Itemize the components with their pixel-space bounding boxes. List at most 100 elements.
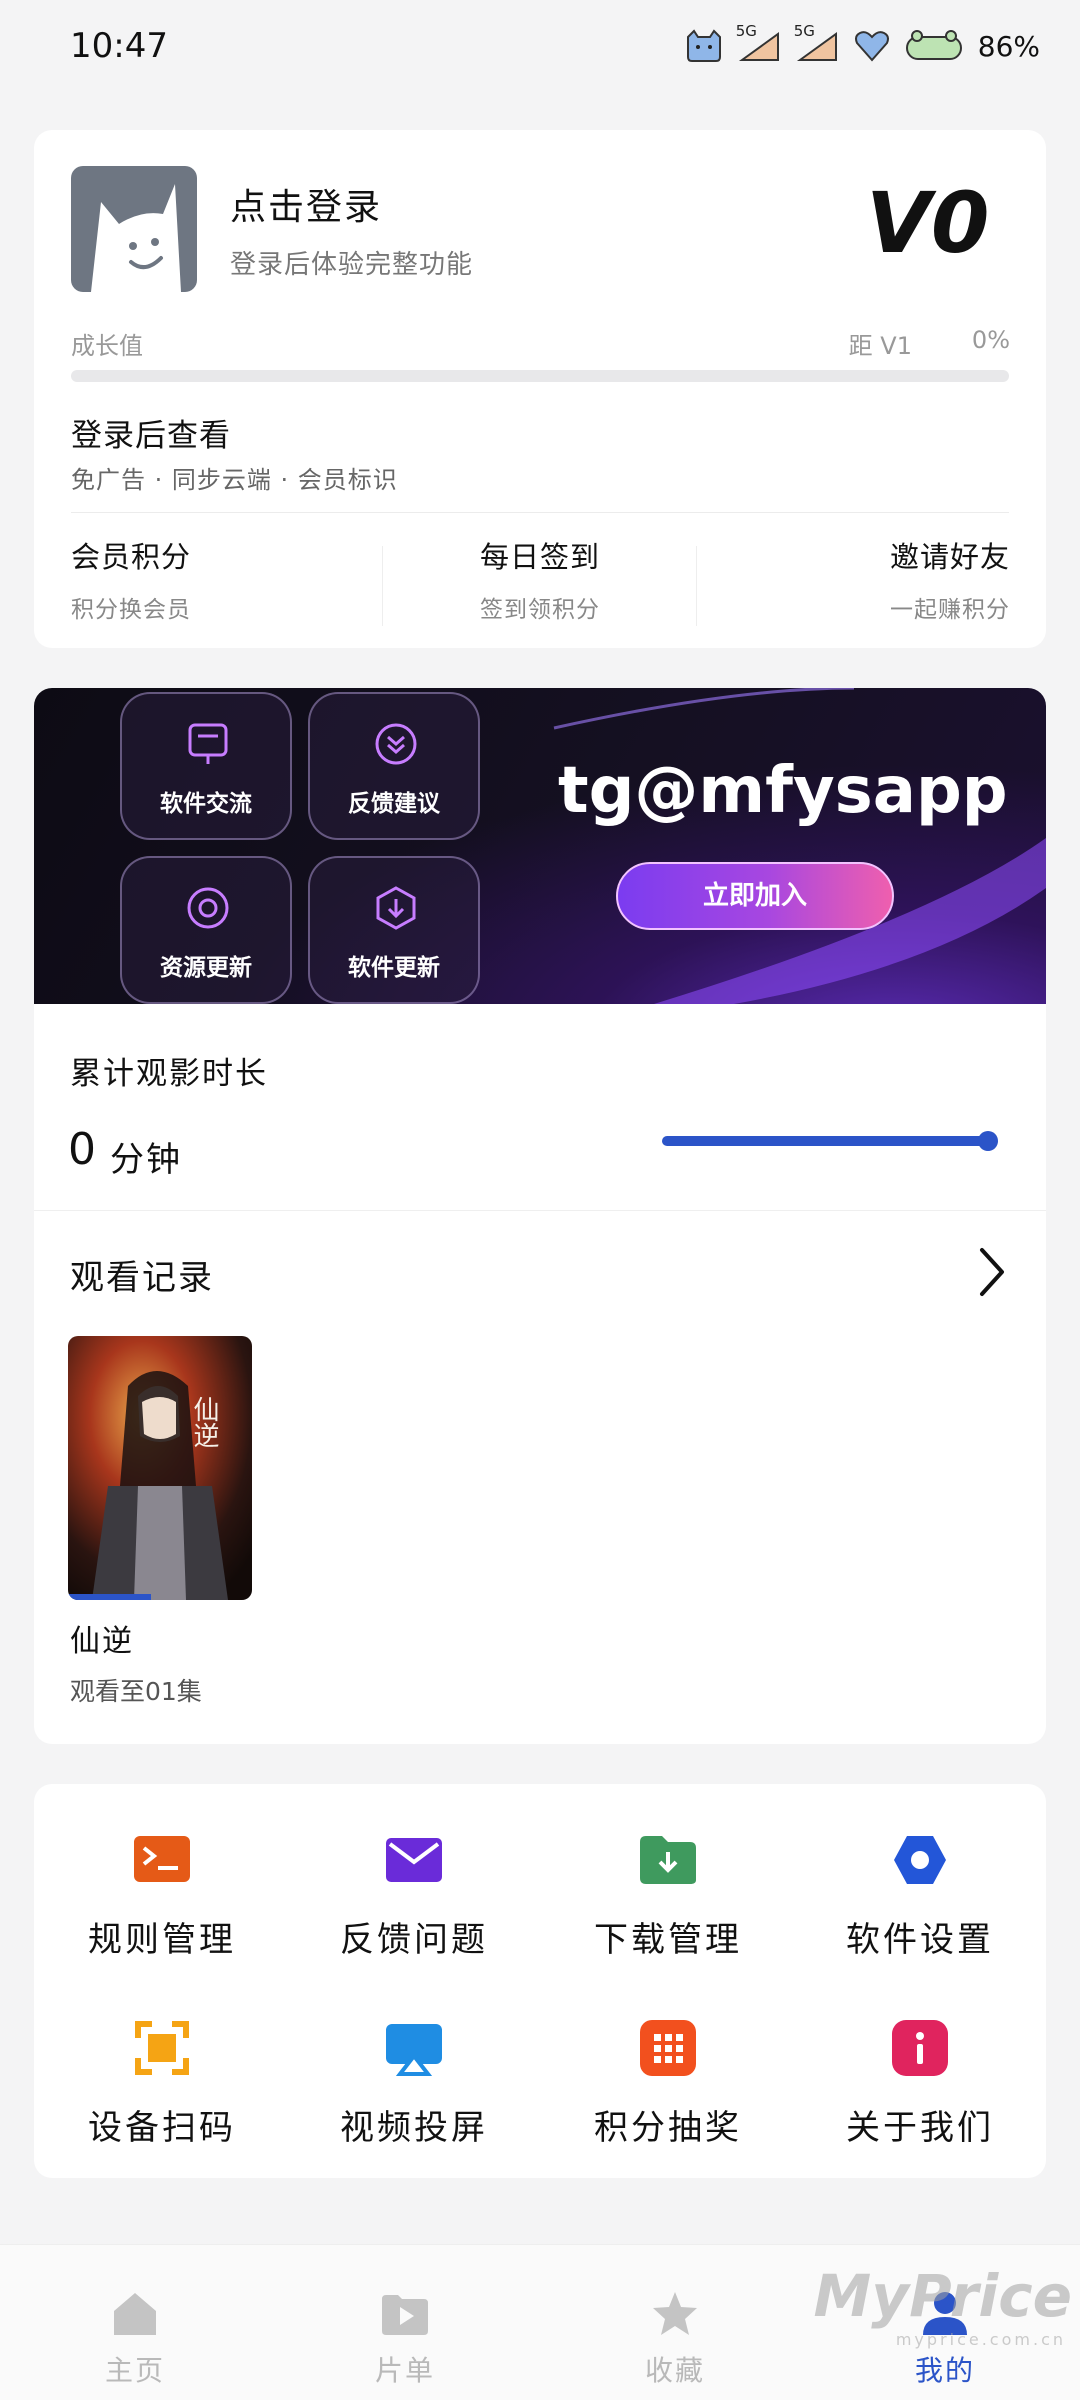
shield-download-icon	[376, 886, 416, 930]
vip-level-badge: V0	[866, 182, 989, 262]
mail-icon	[386, 1838, 442, 1882]
rule-management-label: 规则管理	[88, 1920, 236, 1960]
target-icon	[187, 887, 229, 929]
software-chat-label: 软件交流	[160, 791, 252, 817]
history-poster[interactable]: 仙逆	[68, 1336, 252, 1600]
growth-progress-bar	[71, 370, 1009, 382]
telegram-handle: tg@mfysapp	[558, 754, 1008, 828]
nav-home-label: 主页	[104, 2354, 165, 2387]
login-card: 点击登录 登录后体验完整功能 V0 成长值 距 V1 0% 登录后查看 免广告 …	[34, 130, 1046, 648]
chevron-right-icon[interactable]	[972, 1242, 1012, 1302]
wifi-heart-icon	[854, 31, 889, 62]
nav-home[interactable]: 主页	[0, 2245, 270, 2400]
status-bar: 10:47 5G 5G 86%	[0, 0, 1080, 96]
daily-checkin-label: 每日签到	[479, 540, 600, 574]
watermark-brand: MyPrice	[813, 2262, 1072, 2330]
video-cast-label: 视频投屏	[340, 2108, 488, 2148]
watch-time-title: 累计观影时长	[70, 1056, 268, 1092]
info-icon	[892, 2020, 948, 2076]
watermark-url: myprice.com.cn	[895, 2330, 1066, 2349]
software-update-label: 软件更新	[348, 955, 440, 981]
device-scan-label: 设备扫码	[88, 2108, 236, 2148]
daily-checkin-sub: 签到领积分	[480, 597, 600, 623]
folder-download-icon	[640, 1836, 696, 1884]
member-points-button[interactable]: 会员积分 积分换会员	[71, 530, 191, 630]
nav-mine-label: 我的	[914, 2354, 975, 2387]
divider	[382, 546, 383, 626]
points-lottery-label: 积分抽奖	[594, 2108, 742, 2148]
battery-percent: 86%	[977, 29, 1040, 63]
history-item-progress: 观看至01集	[70, 1677, 202, 1706]
join-now-button[interactable]: 立即加入	[616, 862, 894, 930]
watch-time-value: 0	[68, 1124, 96, 1175]
signal-a-icon: 5G	[736, 22, 782, 64]
nav-playlist[interactable]: 片单	[270, 2245, 540, 2400]
signal-b-icon: 5G	[794, 22, 840, 64]
avatar[interactable]	[71, 166, 197, 292]
feedback-tile[interactable]: 反馈建议	[308, 692, 480, 840]
chat-box-icon	[188, 723, 228, 764]
nav-playlist-label: 片单	[374, 2354, 435, 2387]
login-subtitle: 登录后体验完整功能	[230, 250, 474, 280]
device-scan-button[interactable]: 设备扫码	[62, 2020, 262, 2170]
nav-favorites-label: 收藏	[644, 2354, 705, 2387]
resource-update-label: 资源更新	[160, 955, 252, 981]
watch-time-unit: 分钟	[110, 1140, 182, 1180]
battery-frog-icon	[905, 30, 962, 60]
software-settings-button[interactable]: 软件设置	[820, 1832, 1020, 1982]
status-time: 10:47	[70, 26, 168, 66]
divider	[34, 1210, 1046, 1211]
cast-icon	[386, 2024, 442, 2076]
scan-icon	[135, 2021, 189, 2075]
download-management-button[interactable]: 下载管理	[568, 1832, 768, 1982]
poster-image: 仙逆	[68, 1336, 252, 1600]
star-icon	[653, 2292, 697, 2335]
divider	[696, 546, 697, 626]
software-update-tile[interactable]: 软件更新	[308, 856, 480, 1004]
watch-time-bar	[662, 1136, 990, 1146]
invite-friends-button[interactable]: 邀请好友 一起赚积分	[890, 530, 1010, 630]
watch-time-knob	[978, 1131, 998, 1151]
view-after-login-title: 登录后查看	[71, 418, 231, 454]
terminal-icon	[134, 1836, 190, 1882]
watch-card: 累计观影时长 0 分钟 观看记录 仙逆 仙逆 观看至01集	[34, 1004, 1046, 1744]
community-banner[interactable]: 软件交流 反馈建议 资源更新 软件更新 tg@mfysapp 立即加入	[34, 688, 1046, 1004]
home-icon	[114, 2293, 156, 2335]
growth-label: 成长值	[71, 332, 143, 360]
software-settings-label: 软件设置	[846, 1920, 994, 1960]
rule-management-button[interactable]: 规则管理	[62, 1832, 262, 1982]
member-points-sub: 积分换会员	[71, 597, 191, 623]
nav-favorites[interactable]: 收藏	[540, 2245, 810, 2400]
feedback-label: 反馈建议	[348, 791, 440, 817]
about-us-button[interactable]: 关于我们	[820, 2020, 1020, 2170]
hex-settings-icon	[894, 1836, 946, 1884]
growth-percent: 0%	[971, 326, 1010, 354]
growth-target: 距 V1	[848, 332, 912, 360]
download-management-label: 下载管理	[594, 1920, 742, 1960]
svg-text:仙逆: 仙逆	[189, 1396, 219, 1448]
about-us-label: 关于我们	[846, 2108, 994, 2148]
member-perks-text: 免广告 · 同步云端 · 会员标识	[71, 466, 398, 494]
points-lottery-button[interactable]: 积分抽奖	[568, 2020, 768, 2170]
cat-face-icon	[686, 29, 721, 62]
svg-text:V0: V0	[866, 182, 989, 262]
invite-friends-label: 邀请好友	[889, 540, 1010, 574]
feedback-issue-button[interactable]: 反馈问题	[314, 1832, 514, 1982]
grid-icon	[640, 2020, 696, 2076]
cat-avatar-icon	[91, 184, 181, 292]
software-chat-tile[interactable]: 软件交流	[120, 692, 292, 840]
invite-friends-sub: 一起赚积分	[890, 597, 1010, 623]
status-icons: 5G 5G 86%	[684, 22, 1040, 70]
daily-checkin-button[interactable]: 每日签到 签到领积分	[430, 530, 650, 630]
poster-progress-bar	[68, 1594, 151, 1600]
history-title[interactable]: 观看记录	[70, 1250, 214, 1299]
playlist-icon	[382, 2295, 428, 2335]
video-cast-button[interactable]: 视频投屏	[314, 2020, 514, 2170]
divider	[71, 512, 1009, 513]
history-item-title[interactable]: 仙逆	[70, 1616, 134, 1660]
feedback-issue-label: 反馈问题	[340, 1920, 488, 1960]
double-chevron-icon	[375, 723, 417, 765]
resource-update-tile[interactable]: 资源更新	[120, 856, 292, 1004]
member-points-label: 会员积分	[71, 540, 192, 574]
login-title[interactable]: 点击登录	[230, 178, 382, 230]
